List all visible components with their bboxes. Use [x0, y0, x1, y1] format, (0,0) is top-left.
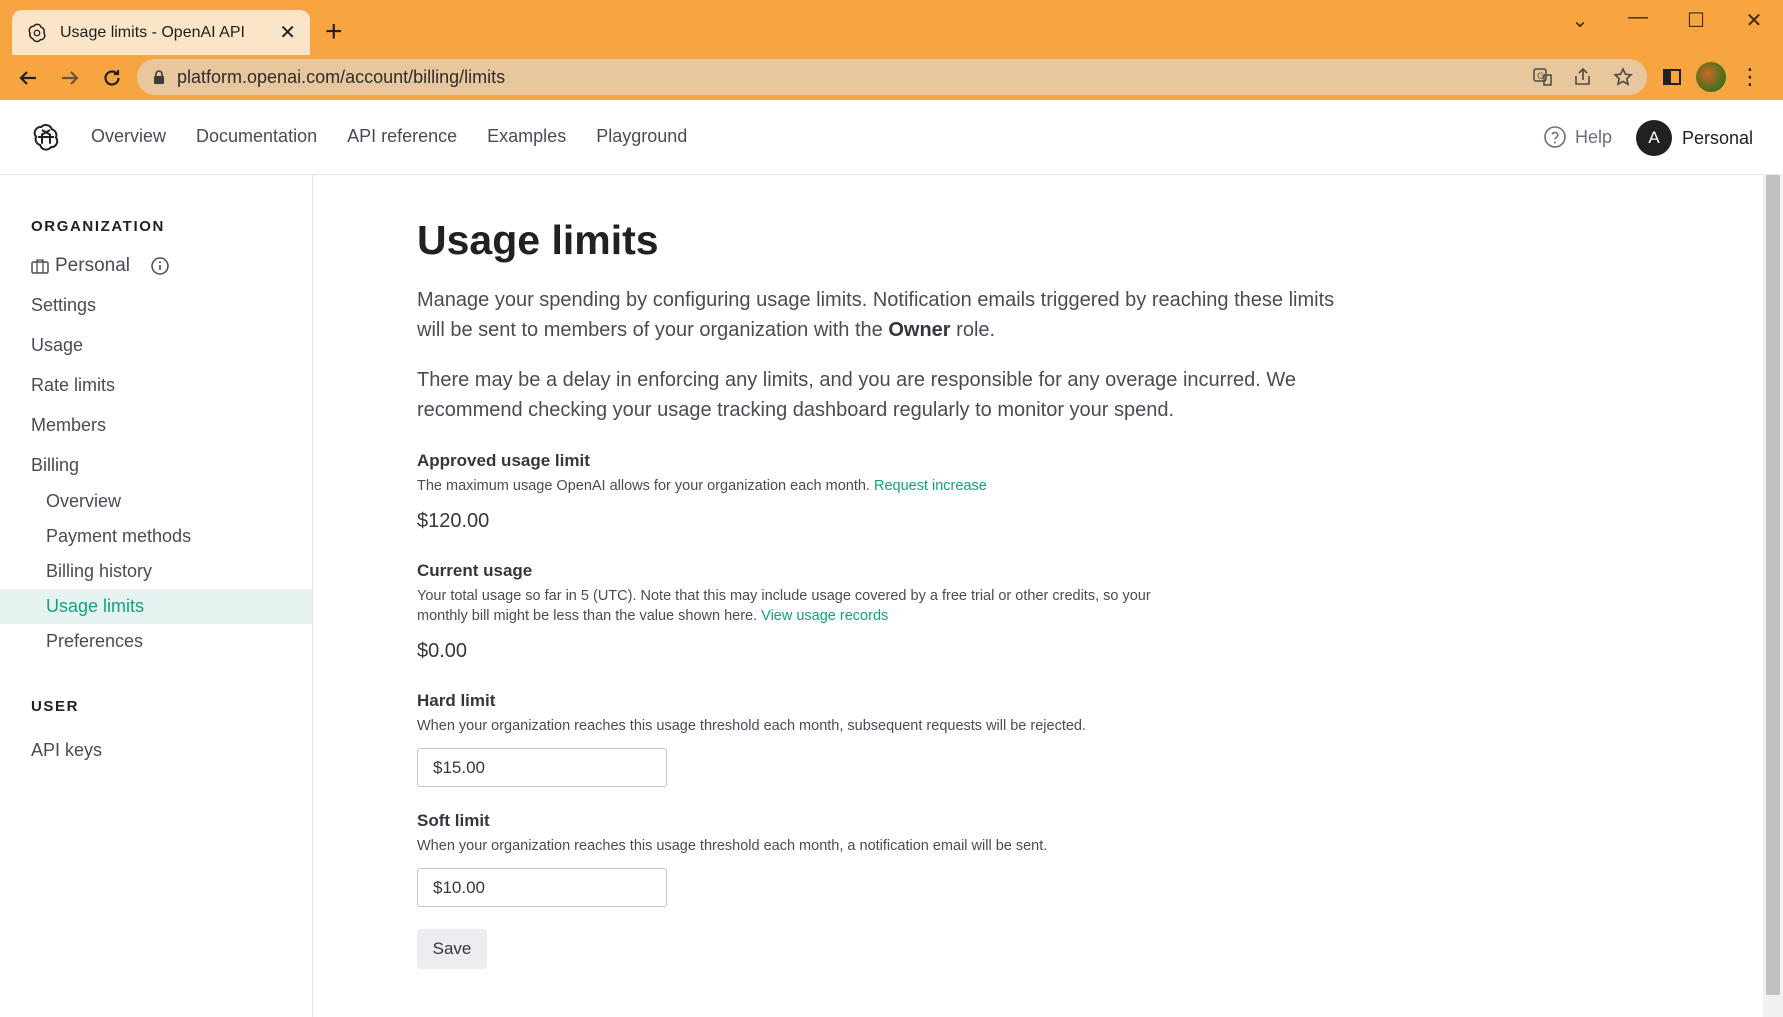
maximize-icon[interactable]: ☐ [1681, 8, 1711, 32]
info-icon[interactable] [150, 256, 170, 276]
tab-search-icon[interactable]: ⌄ [1565, 8, 1595, 32]
page-title: Usage limits [417, 217, 659, 263]
intro-paragraph-2: There may be a delay in enforcing any li… [417, 369, 1296, 421]
soft-limit-input[interactable] [417, 868, 667, 907]
sidebar-item-billing[interactable]: Billing [31, 455, 79, 476]
bookmark-star-icon[interactable] [1611, 65, 1635, 89]
translate-icon[interactable]: G [1531, 65, 1555, 89]
top-nav: Overview Documentation API reference Exa… [91, 126, 687, 147]
sidebar-item-api-keys[interactable]: API keys [31, 740, 102, 761]
approved-limit-value: $120.00 [417, 510, 490, 532]
approved-limit-desc: The maximum usage OpenAI allows for your… [417, 476, 1317, 496]
save-button[interactable]: Save [417, 929, 487, 969]
current-usage-desc: Your total usage so far in 5 (UTC). Note… [417, 586, 1177, 626]
sidebar-item-members[interactable]: Members [31, 415, 106, 436]
window-close-icon[interactable]: ✕ [1739, 8, 1769, 32]
view-usage-records-link[interactable]: View usage records [761, 608, 888, 624]
minimize-icon[interactable]: — [1623, 6, 1653, 30]
nav-api-reference[interactable]: API reference [347, 126, 457, 147]
approved-desc-text: The maximum usage OpenAI allows for your… [417, 478, 870, 494]
svg-text:G: G [1537, 72, 1544, 82]
owner-role: Owner [888, 319, 951, 341]
lock-icon [154, 70, 164, 84]
org-name: Personal [55, 255, 130, 276]
intro-paragraph-1: Manage your spending by configuring usag… [417, 285, 1337, 345]
soft-limit-desc: When your organization reaches this usag… [417, 838, 1048, 854]
site-header: Overview Documentation API reference Exa… [0, 100, 1783, 175]
sidebar-item-settings[interactable]: Settings [31, 295, 96, 316]
approved-limit-label: Approved usage limit [417, 451, 590, 470]
scrollbar-thumb[interactable] [1766, 175, 1780, 995]
hard-limit-desc: When your organization reaches this usag… [417, 718, 1087, 734]
openai-logo-icon[interactable] [30, 121, 62, 153]
browser-profile-avatar[interactable] [1696, 62, 1726, 92]
sidebar-section-user: USER [31, 698, 80, 715]
tab-close-icon[interactable]: ✕ [279, 20, 296, 45]
hard-limit-input[interactable] [417, 748, 667, 787]
help-button[interactable]: Help [1543, 125, 1612, 149]
help-icon [1544, 126, 1566, 148]
avatar: A [1636, 120, 1672, 156]
url-text: platform.openai.com/account/billing/limi… [177, 66, 506, 87]
current-usage-label: Current usage [417, 561, 533, 580]
browser-toolbar: platform.openai.com/account/billing/limi… [0, 56, 1783, 100]
back-icon[interactable] [8, 60, 48, 96]
sidebar-sub-payment-methods[interactable]: Payment methods [46, 526, 191, 547]
sidebar: ORGANIZATION Personal Settings Usage Rat… [0, 175, 313, 1017]
side-panel-icon[interactable] [1660, 65, 1684, 89]
nav-documentation[interactable]: Documentation [196, 126, 317, 147]
sidebar-item-usage[interactable]: Usage [31, 335, 83, 356]
openai-favicon-icon [28, 23, 46, 42]
new-tab-icon[interactable]: + [325, 17, 343, 47]
sidebar-sub-preferences[interactable]: Preferences [46, 631, 143, 652]
intro-text: Manage your spending by configuring usag… [417, 289, 1335, 341]
hard-limit-label: Hard limit [417, 691, 496, 710]
sidebar-sub-overview[interactable]: Overview [46, 491, 121, 512]
sidebar-section-organization: ORGANIZATION [31, 218, 165, 235]
browser-menu-icon[interactable]: ⋮ [1738, 64, 1762, 89]
account-menu[interactable]: A Personal [1636, 120, 1753, 156]
share-icon[interactable] [1571, 65, 1595, 89]
sidebar-sub-usage-limits[interactable]: Usage limits [46, 596, 144, 617]
browser-tab[interactable]: Usage limits - OpenAI API ✕ [12, 10, 310, 55]
forward-icon[interactable] [50, 60, 90, 96]
sidebar-item-rate-limits[interactable]: Rate limits [31, 375, 115, 396]
address-bar[interactable]: platform.openai.com/account/billing/limi… [137, 59, 1647, 95]
sidebar-sub-billing-history[interactable]: Billing history [46, 561, 152, 582]
nav-playground[interactable]: Playground [596, 126, 687, 147]
briefcase-icon [31, 259, 49, 274]
intro-text-end: role. [956, 319, 996, 341]
account-name: Personal [1682, 127, 1754, 148]
reload-icon[interactable] [92, 60, 132, 96]
nav-overview[interactable]: Overview [91, 126, 166, 147]
org-selector[interactable]: Personal [31, 255, 170, 277]
tab-title: Usage limits - OpenAI API [60, 23, 245, 41]
browser-chrome: Usage limits - OpenAI API ✕ + ⌄ — ☐ ✕ pl… [0, 0, 1783, 100]
current-usage-value: $0.00 [417, 640, 468, 662]
page-scrollbar[interactable] [1763, 175, 1783, 1017]
soft-limit-label: Soft limit [417, 811, 490, 830]
nav-examples[interactable]: Examples [487, 126, 566, 147]
help-label: Help [1575, 126, 1613, 147]
request-increase-link[interactable]: Request increase [874, 478, 987, 494]
